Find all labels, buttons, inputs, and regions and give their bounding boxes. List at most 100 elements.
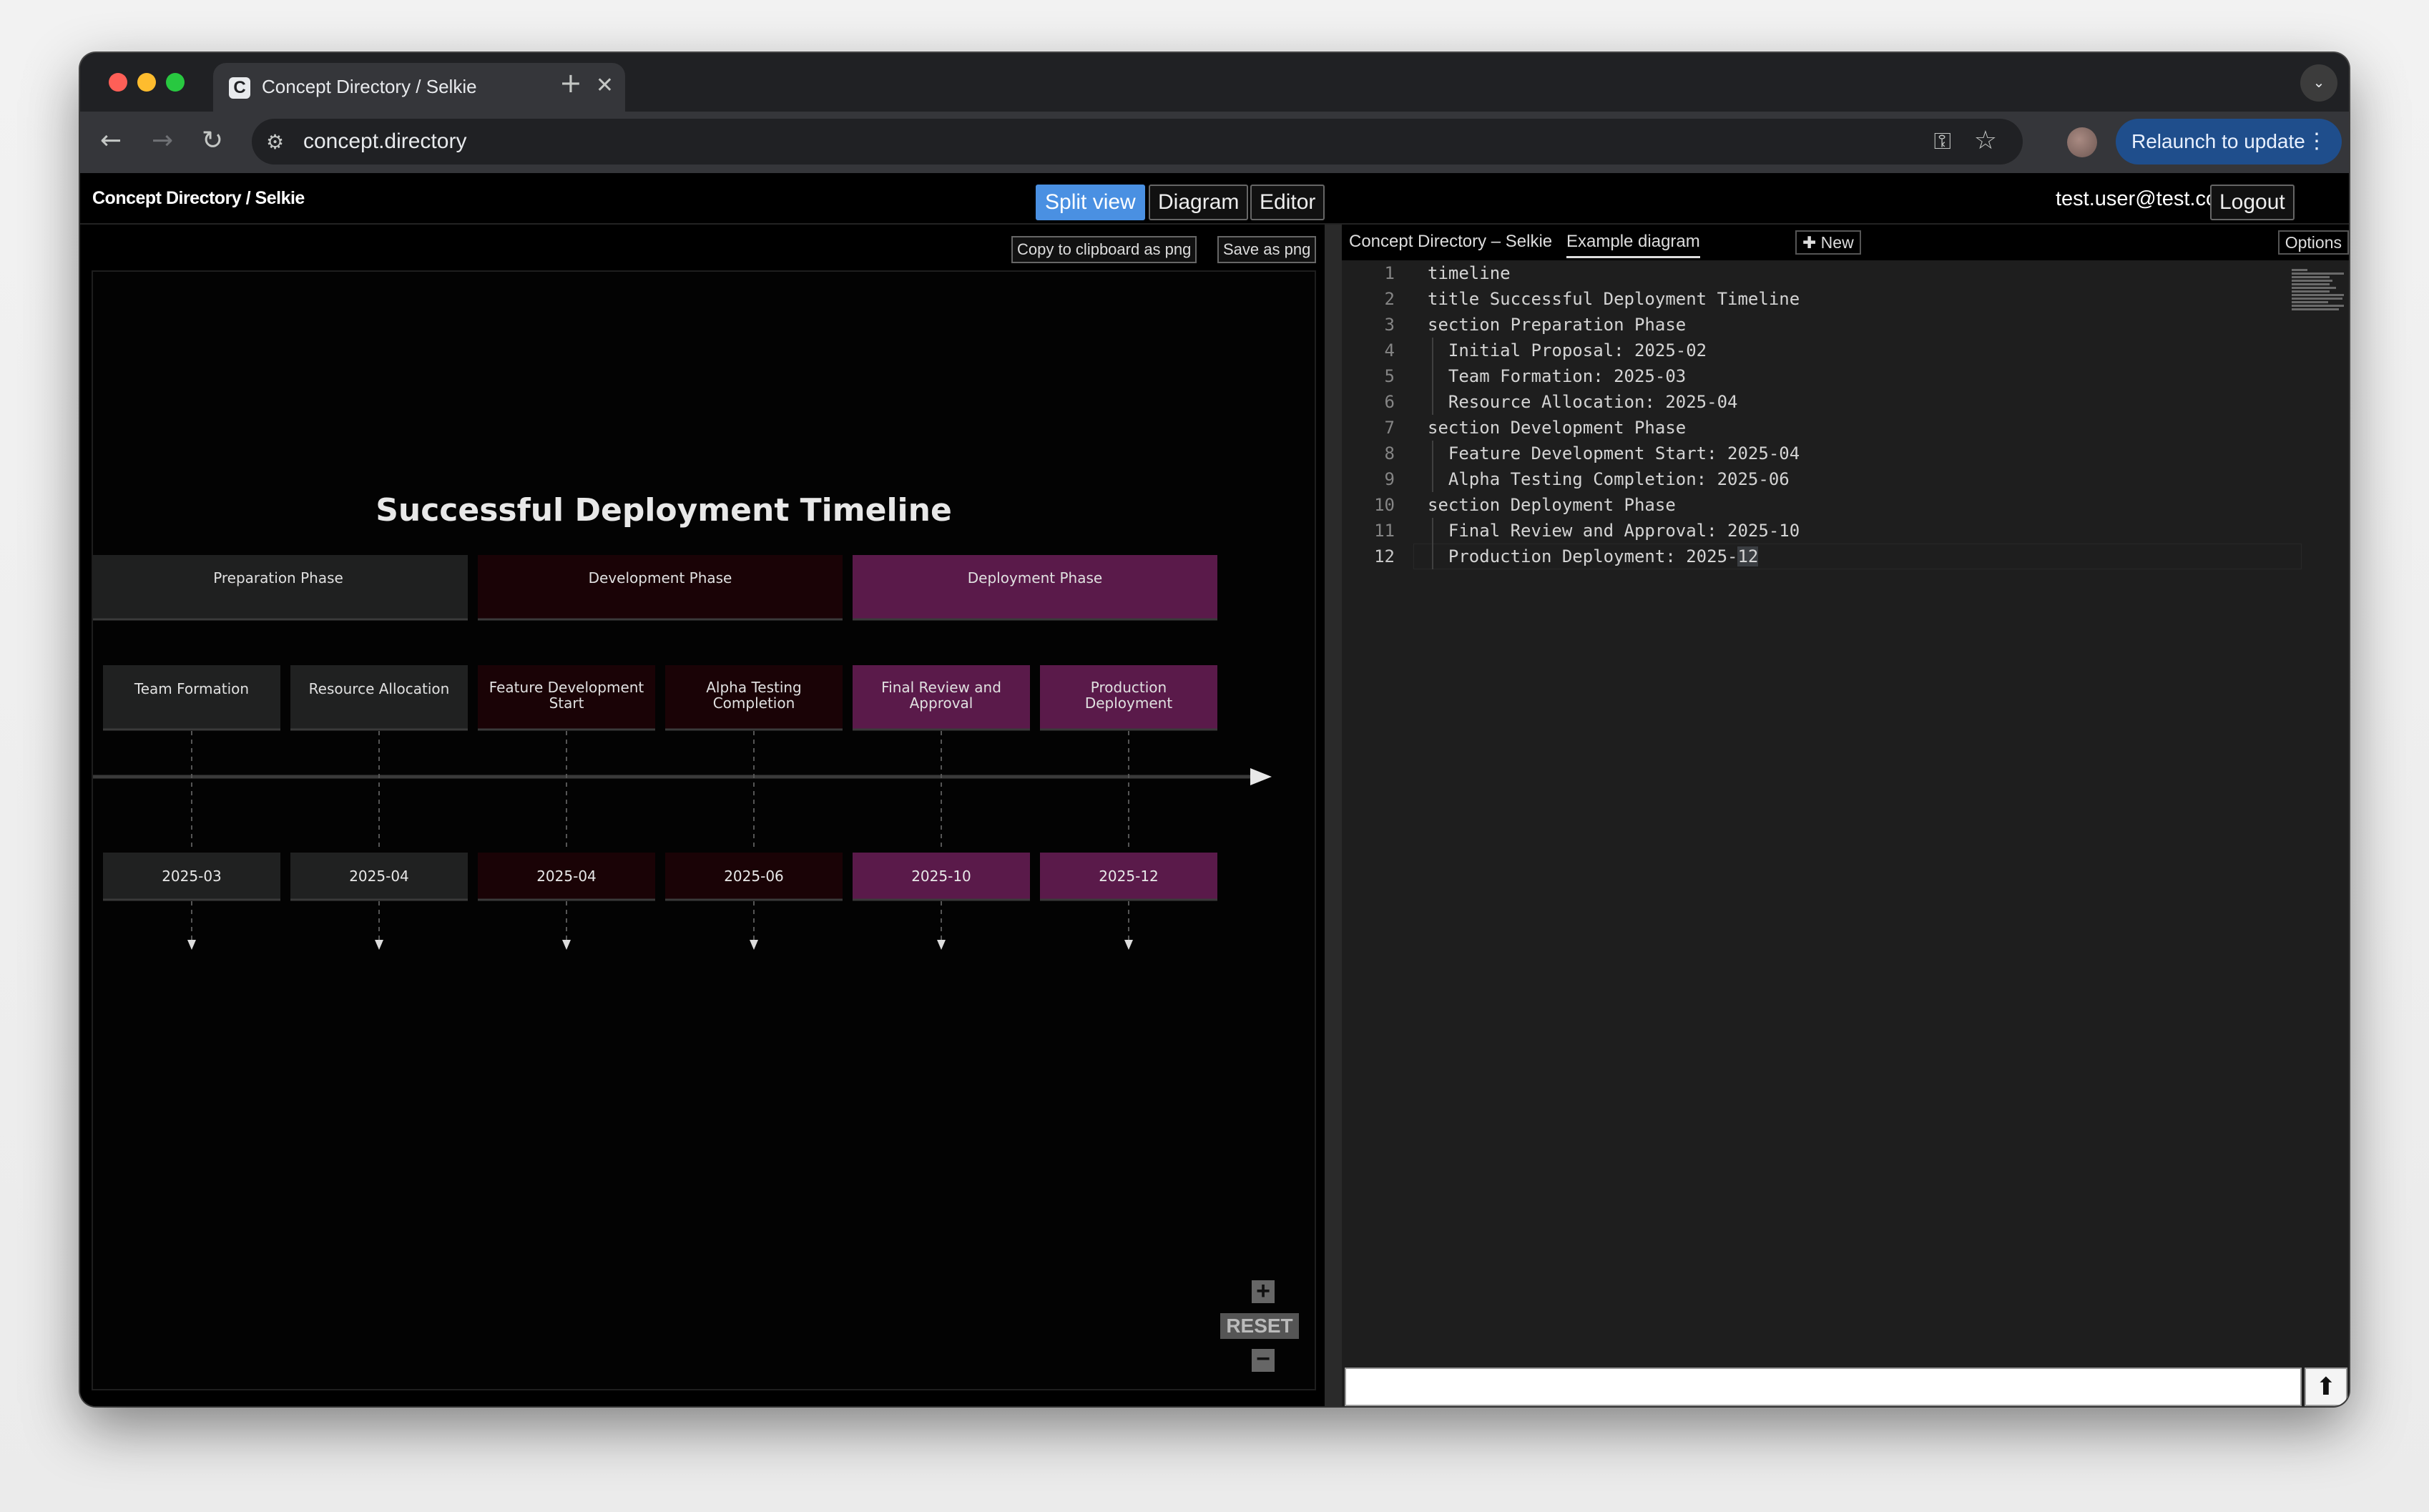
event-label: Resource Allocation bbox=[309, 680, 450, 697]
editor-view-button[interactable]: Editor bbox=[1250, 185, 1325, 220]
event-label: Final Review and bbox=[881, 679, 1001, 696]
editor-pane: Concept Directory – Selkie Example diagr… bbox=[1342, 225, 2349, 1406]
app-header: Concept Directory / Selkie Split view Di… bbox=[80, 173, 2349, 225]
code-line[interactable]: 3 section Preparation Phase bbox=[1342, 312, 2300, 338]
star-icon[interactable]: ☆ bbox=[1974, 126, 1997, 155]
new-document-button[interactable]: ✚ New bbox=[1795, 230, 1861, 255]
section-box bbox=[93, 555, 468, 619]
tab-title: Concept Directory / Selkie bbox=[262, 76, 477, 97]
line-text: section Preparation Phase bbox=[1428, 315, 1687, 335]
reload-icon[interactable]: ↻ bbox=[202, 126, 223, 155]
relaunch-label: Relaunch to update bbox=[2131, 130, 2305, 152]
code-line[interactable]: 5 Team Formation: 2025-03 bbox=[1342, 363, 2300, 389]
code-line[interactable]: 11 Final Review and Approval: 2025-10 bbox=[1342, 518, 2300, 544]
line-number: 2 bbox=[1384, 289, 1395, 309]
tab-example-diagram[interactable]: Example diagram bbox=[1566, 232, 1700, 258]
copy-png-button[interactable]: Copy to clipboard as png bbox=[1011, 236, 1197, 263]
timeline-diagram: Successful Deployment Timeline Preparatio… bbox=[93, 492, 1272, 950]
code-line[interactable]: 6 Resource Allocation: 2025-04 bbox=[1342, 389, 2300, 415]
section-label: Preparation Phase bbox=[213, 569, 343, 586]
date-arrowhead bbox=[1124, 940, 1133, 950]
event-label: Deployment bbox=[1085, 694, 1172, 712]
logout-button[interactable]: Logout bbox=[2210, 185, 2295, 220]
line-number: 5 bbox=[1384, 366, 1395, 386]
tab-favicon: C bbox=[229, 77, 250, 99]
tab-strip: C Concept Directory / Selkie ✕ + ⌄ bbox=[80, 53, 2349, 112]
axis-arrowhead bbox=[1250, 768, 1272, 785]
reset-zoom-button[interactable]: RESET bbox=[1220, 1313, 1299, 1339]
event-date: 2025-04 bbox=[349, 868, 409, 885]
code-line[interactable]: 12 Production Deployment: 2025-12 bbox=[1342, 544, 2302, 569]
browser-toolbar: ← → ↻ ⚙ concept.directory ⚿ ☆ Relaunch t… bbox=[80, 112, 2349, 173]
date-arrowhead bbox=[187, 940, 196, 950]
relaunch-button[interactable]: Relaunch to update ⋮ bbox=[2116, 119, 2342, 165]
arrow-up-icon[interactable]: ⬆ bbox=[2305, 1368, 2347, 1406]
line-text: title Successful Deployment Timeline bbox=[1428, 289, 1800, 309]
app-brand[interactable]: Concept Directory / Selkie bbox=[92, 188, 305, 209]
line-number: 3 bbox=[1384, 315, 1395, 335]
code-line[interactable]: 2 title Successful Deployment Timeline bbox=[1342, 286, 2300, 312]
close-window-button[interactable] bbox=[109, 73, 127, 92]
chevron-down-icon[interactable]: ⌄ bbox=[2300, 64, 2337, 102]
code-line[interactable]: 10 section Deployment Phase bbox=[1342, 492, 2300, 518]
forward-arrow-icon[interactable]: → bbox=[152, 126, 173, 155]
chat-input[interactable] bbox=[1345, 1368, 2302, 1406]
zoom-out-button[interactable]: − bbox=[1252, 1347, 1275, 1372]
date-arrowhead bbox=[750, 940, 758, 950]
line-number: 12 bbox=[1374, 546, 1395, 566]
diagram-canvas[interactable]: Successful Deployment Timeline Preparatio… bbox=[92, 270, 1316, 1390]
event-label: Start bbox=[549, 694, 584, 712]
line-number: 9 bbox=[1384, 469, 1395, 489]
line-number: 4 bbox=[1384, 340, 1395, 360]
code-line[interactable]: 9 Alpha Testing Completion: 2025-06 bbox=[1342, 466, 2300, 492]
code-line[interactable]: 8 Feature Development Start: 2025-04 bbox=[1342, 441, 2300, 466]
section-box bbox=[853, 555, 1217, 619]
line-text: Feature Development Start: 2025-04 bbox=[1428, 443, 1800, 463]
event-date: 2025-03 bbox=[162, 868, 222, 885]
event-label: Approval bbox=[910, 694, 973, 712]
minimize-window-button[interactable] bbox=[137, 73, 156, 92]
back-arrow-icon[interactable]: ← bbox=[100, 126, 122, 155]
diagram-title: Successful Deployment Timeline bbox=[376, 492, 952, 529]
event-date: 2025-04 bbox=[536, 868, 597, 885]
zoom-in-button[interactable]: + bbox=[1252, 1279, 1275, 1303]
site-settings-icon[interactable]: ⚙ bbox=[266, 130, 284, 154]
code-line[interactable]: 7 section Development Phase bbox=[1342, 415, 2300, 441]
line-number: 8 bbox=[1384, 443, 1395, 463]
user-email: test.user@test.com bbox=[2056, 187, 2235, 210]
line-number: 7 bbox=[1384, 418, 1395, 438]
diagram-view-button[interactable]: Diagram bbox=[1149, 185, 1249, 220]
editor-minimap[interactable] bbox=[2292, 269, 2349, 310]
line-number: 10 bbox=[1374, 495, 1395, 515]
event-box bbox=[290, 665, 468, 730]
line-number: 6 bbox=[1384, 392, 1395, 412]
key-icon[interactable]: ⚿ bbox=[1934, 127, 1951, 155]
line-number: 11 bbox=[1374, 521, 1395, 541]
new-tab-button[interactable]: + bbox=[559, 67, 582, 99]
code-editor[interactable]: 1 timeline 2 title Successful Deployment Ti… bbox=[1342, 260, 2344, 1369]
event-date: 2025-06 bbox=[724, 868, 784, 885]
split-view-button[interactable]: Split view bbox=[1036, 185, 1145, 220]
line-text: section Development Phase bbox=[1428, 418, 1687, 438]
line-text: section Deployment Phase bbox=[1428, 495, 1676, 515]
code-line[interactable]: 4 Initial Proposal: 2025-02 bbox=[1342, 338, 2300, 363]
save-png-button[interactable]: Save as png bbox=[1217, 236, 1317, 263]
line-text: Initial Proposal: 2025-02 bbox=[1428, 340, 1707, 360]
diagram-pane: Copy to clipboard as png Save as png Suc… bbox=[80, 225, 1325, 1406]
address-bar[interactable]: ⚙ concept.directory ⚿ ☆ bbox=[252, 119, 2023, 165]
close-icon[interactable]: ✕ bbox=[596, 73, 614, 98]
url-text[interactable]: concept.directory bbox=[303, 129, 466, 154]
event-date: 2025-12 bbox=[1099, 868, 1159, 885]
selection-highlight: 12 bbox=[1737, 546, 1759, 566]
editor-tabs: Concept Directory – Selkie Example diagr… bbox=[1342, 225, 2349, 260]
pane-splitter[interactable] bbox=[1325, 225, 1342, 1406]
more-vert-icon[interactable]: ⋮ bbox=[2306, 119, 2327, 165]
options-button[interactable]: Options bbox=[2277, 230, 2349, 255]
date-arrowhead bbox=[937, 940, 946, 950]
maximize-window-button[interactable] bbox=[166, 73, 185, 92]
event-label: Alpha Testing bbox=[706, 679, 802, 696]
tab-project[interactable]: Concept Directory – Selkie bbox=[1349, 232, 1552, 252]
section-label: Development Phase bbox=[589, 569, 732, 586]
code-line[interactable]: 1 timeline bbox=[1342, 260, 2300, 286]
profile-avatar[interactable] bbox=[2067, 127, 2097, 157]
